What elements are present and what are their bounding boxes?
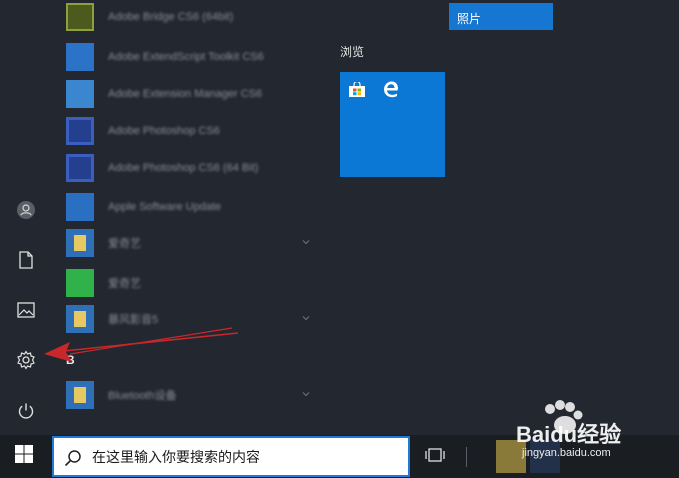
app-list-item[interactable]: 爱奇艺: [66, 228, 322, 258]
app-label: Bluetooth设备: [108, 390, 177, 402]
app-icon: [66, 154, 94, 182]
app-icon: [66, 43, 94, 71]
app-list-item[interactable]: Apple Software Update: [66, 192, 322, 222]
app-label: 爱奇艺: [108, 238, 141, 250]
app-icon: [66, 80, 94, 108]
task-view-button[interactable]: [420, 444, 450, 470]
account-button[interactable]: [0, 188, 52, 232]
app-label: Adobe Photoshop CS6: [108, 125, 220, 137]
photos-tile[interactable]: 照片: [449, 3, 553, 30]
windows-icon: [15, 445, 33, 468]
app-icon: [66, 193, 94, 221]
edge-icon: [382, 80, 400, 98]
app-list-item[interactable]: Adobe Photoshop CS6: [66, 116, 322, 146]
chevron-down-icon[interactable]: [302, 390, 310, 398]
store-icon: [348, 80, 366, 98]
watermark-url: jingyan.baidu.com: [522, 447, 611, 459]
account-icon: [16, 200, 36, 220]
settings-icon: [16, 350, 36, 370]
app-icon: [66, 117, 94, 145]
search-input[interactable]: [92, 438, 402, 475]
pictures-icon: [17, 302, 35, 318]
task-view-icon: [425, 447, 445, 468]
app-label: Apple Software Update: [108, 201, 222, 213]
browse-tile[interactable]: [340, 72, 445, 177]
app-label: Adobe Extension Manager CS6: [108, 88, 263, 100]
taskbar-divider: [466, 447, 467, 467]
chevron-down-icon[interactable]: [302, 314, 310, 322]
power-button[interactable]: [0, 389, 52, 433]
tiles-area: 照片 浏览: [322, 0, 679, 435]
app-list-item[interactable]: 爱奇艺: [66, 268, 322, 298]
app-label: Adobe Bridge CS6 (64bit): [108, 11, 234, 23]
app-list-item[interactable]: Adobe Photoshop CS6 (64 Bit): [66, 153, 322, 183]
watermark-brand: Baidu经验: [516, 422, 621, 447]
app-icon: [66, 269, 94, 297]
search-icon: [64, 449, 82, 467]
app-list-item[interactable]: Bluetooth设备: [66, 380, 322, 410]
app-list-item[interactable]: Adobe Bridge CS6 (64bit): [66, 2, 322, 32]
app-list-item[interactable]: 暴风影音5: [66, 304, 322, 334]
app-list-item[interactable]: Adobe ExtendScript Toolkit CS6: [66, 42, 322, 72]
settings-button[interactable]: [0, 338, 52, 382]
photos-tile-label: 照片: [457, 12, 482, 26]
start-button[interactable]: [0, 435, 48, 478]
app-label: 爱奇艺: [108, 278, 141, 290]
taskbar-search-box[interactable]: [52, 436, 410, 477]
app-list-item[interactable]: Adobe Extension Manager CS6: [66, 79, 322, 109]
start-menu: Adobe Bridge CS6 (64bit) Adobe ExtendScr…: [0, 0, 679, 435]
app-label: Adobe Photoshop CS6 (64 Bit): [108, 162, 259, 174]
pictures-button[interactable]: [0, 288, 52, 332]
tile-group-title[interactable]: 浏览: [340, 43, 364, 60]
app-label: 暴风影音5: [108, 314, 159, 326]
app-list: Adobe Bridge CS6 (64bit) Adobe ExtendScr…: [52, 0, 322, 435]
power-icon: [17, 402, 35, 420]
app-icon: [66, 229, 94, 257]
start-rail: [0, 0, 52, 435]
app-label: Adobe ExtendScript Toolkit CS6: [108, 51, 264, 63]
app-icon: [66, 3, 94, 31]
app-icon: [66, 381, 94, 409]
documents-icon: [18, 251, 34, 269]
app-icon: [66, 305, 94, 333]
section-letter-b[interactable]: B: [66, 350, 86, 370]
documents-button[interactable]: [0, 238, 52, 282]
chevron-down-icon[interactable]: [302, 238, 310, 246]
